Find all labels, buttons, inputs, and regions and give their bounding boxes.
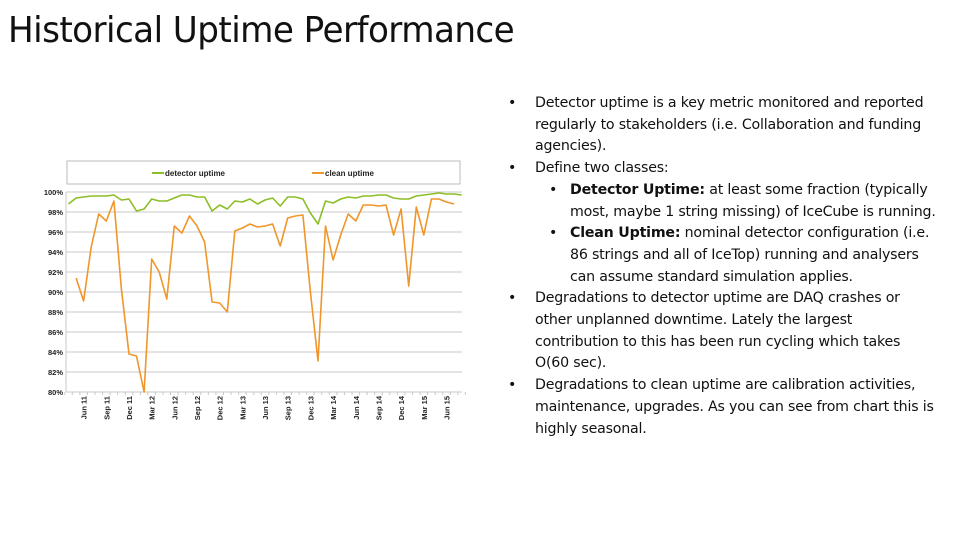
sub-bullet-clean-uptime: Clean Uptime: nominal detector configura…	[508, 223, 938, 288]
x-tick-label: Dec 13	[306, 396, 315, 420]
y-tick-label: 86%	[48, 328, 63, 337]
y-tick-label: 94%	[48, 248, 63, 257]
x-tick-label: Jun 15	[443, 396, 452, 420]
series-line-clean-uptime	[75, 198, 455, 393]
term-detector-uptime: Detector Uptime:	[570, 181, 705, 198]
x-tick-label: Sep 12	[193, 396, 202, 420]
x-tick-label: Jun 13	[261, 396, 270, 420]
x-tick-label: Dec 12	[216, 396, 225, 420]
y-tick-label: 82%	[48, 368, 63, 377]
x-tick-label: Jun 14	[352, 395, 361, 420]
bullet-detector-uptime-metric: Detector uptime is a key metric monitore…	[508, 93, 938, 158]
x-tick-label: Mar 15	[420, 396, 429, 420]
x-tick-label: Sep 11	[102, 396, 111, 420]
x-tick-label: Jun 12	[170, 396, 179, 420]
legend-label-clean-uptime: clean uptime	[325, 169, 374, 178]
legend-box	[66, 160, 461, 185]
term-clean-uptime: Clean Uptime:	[570, 225, 681, 242]
y-tick-label: 88%	[48, 308, 63, 317]
x-tick-label: Dec 11	[125, 396, 134, 420]
sub-bullet-detector-uptime: Detector Uptime: at least some fraction …	[508, 180, 938, 223]
y-tick-label: 84%	[48, 348, 63, 357]
x-tick-label: Sep 14	[374, 395, 383, 420]
legend-label-detector-uptime: detector uptime	[165, 169, 226, 178]
y-tick-label: 96%	[48, 228, 63, 237]
x-tick-label: Mar 14	[329, 395, 338, 420]
x-tick-label: Mar 13	[238, 396, 247, 420]
x-tick-label: Jun 11	[80, 396, 89, 419]
y-tick-label: 80%	[48, 388, 63, 397]
bullet-define-classes: Define two classes:	[508, 158, 938, 180]
y-tick-label: 100%	[44, 188, 64, 197]
x-tick-label: Dec 14	[397, 395, 406, 420]
x-tick-label: Mar 12	[148, 396, 157, 420]
y-tick-label: 90%	[48, 288, 63, 297]
bullet-list: Detector uptime is a key metric monitore…	[508, 93, 938, 440]
y-tick-label: 98%	[48, 208, 63, 217]
y-tick-label: 92%	[48, 268, 63, 277]
bullet-clean-degradations: Degradations to clean uptime are calibra…	[508, 375, 938, 440]
bullet-detector-degradations: Degradations to detector uptime are DAQ …	[508, 288, 938, 375]
x-tick-label: Sep 13	[284, 396, 293, 420]
